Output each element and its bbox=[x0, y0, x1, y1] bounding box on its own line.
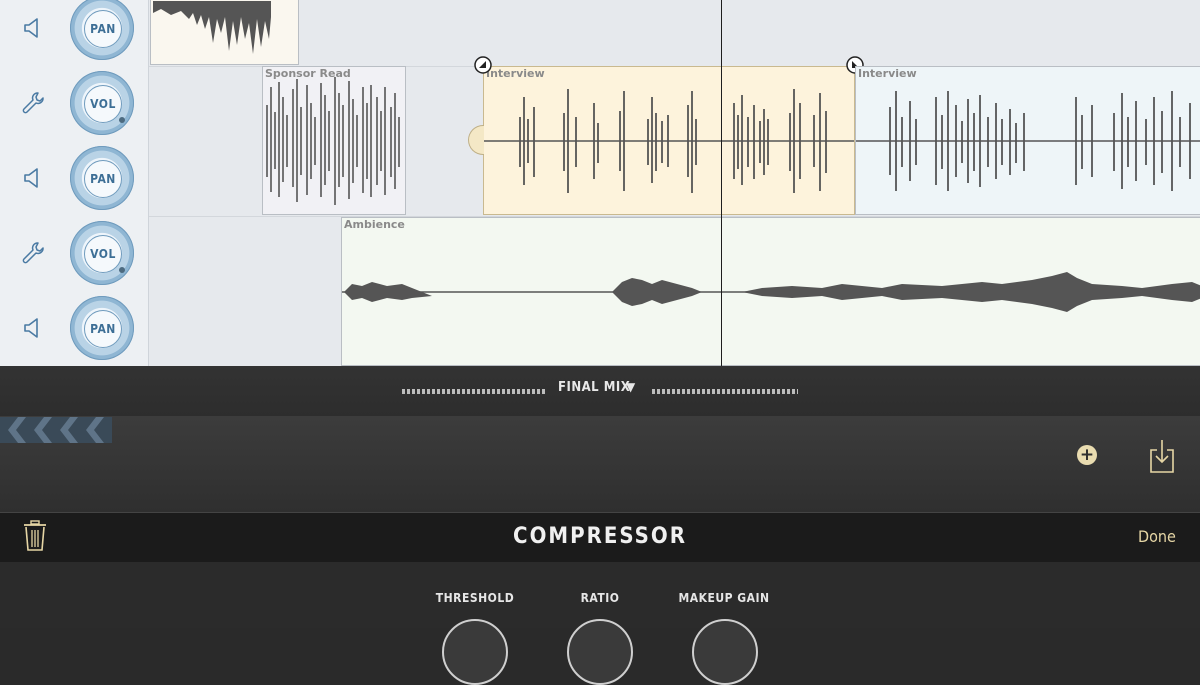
threshold-knob[interactable] bbox=[442, 619, 508, 685]
waveform bbox=[342, 272, 1200, 312]
clip-ambience[interactable]: Ambience bbox=[341, 217, 1200, 366]
waveform bbox=[266, 77, 400, 205]
ratio-label: RATIO bbox=[580, 591, 620, 605]
pan-knob[interactable]: PAN bbox=[70, 296, 134, 360]
audio-clip[interactable] bbox=[150, 0, 299, 65]
wrench-icon[interactable] bbox=[19, 89, 47, 117]
add-effect-button[interactable]: + bbox=[1077, 445, 1097, 465]
pan-knob-label: PAN bbox=[84, 160, 122, 198]
threshold-label: THRESHOLD bbox=[435, 591, 515, 605]
fade-in-handle-icon[interactable] bbox=[474, 56, 492, 74]
export-icon[interactable] bbox=[1148, 438, 1176, 474]
wrench-icon[interactable] bbox=[19, 239, 47, 267]
makeup-gain-knob[interactable] bbox=[692, 619, 758, 685]
speaker-icon[interactable] bbox=[19, 164, 47, 192]
knob-indicator bbox=[119, 117, 125, 123]
volume-knob[interactable]: VOL bbox=[70, 71, 134, 135]
clip-interview-selected[interactable]: Interview bbox=[483, 66, 855, 215]
clip-sponsor-read[interactable]: Sponsor Read bbox=[262, 66, 406, 215]
done-button[interactable]: Done bbox=[1138, 527, 1176, 546]
effects-rack bbox=[0, 416, 1200, 512]
speaker-icon[interactable] bbox=[19, 14, 47, 42]
track-area: PAN VOL PAN VOL PAN Sponsor Read Intervi… bbox=[0, 0, 1200, 366]
clip-interview[interactable]: Interview bbox=[855, 66, 1200, 215]
volume-knob[interactable]: VOL bbox=[70, 221, 134, 285]
waveform bbox=[856, 91, 1200, 191]
waveform bbox=[484, 89, 854, 193]
ratio-knob[interactable] bbox=[567, 619, 633, 685]
pan-knob-label: PAN bbox=[84, 310, 122, 348]
final-mix-label[interactable]: FINAL MIX bbox=[558, 380, 630, 395]
chevrons-left-icon[interactable] bbox=[0, 417, 112, 443]
pan-knob[interactable]: PAN bbox=[70, 146, 134, 210]
compressor-title: COMPRESSOR bbox=[513, 524, 687, 549]
mix-divider-right bbox=[652, 389, 798, 394]
pan-knob-label: PAN bbox=[84, 10, 122, 48]
volume-knob-label: VOL bbox=[84, 85, 122, 123]
knob-indicator bbox=[119, 267, 125, 273]
speaker-icon[interactable] bbox=[19, 314, 47, 342]
waveform bbox=[153, 1, 271, 54]
chevron-down-icon[interactable]: ▼ bbox=[626, 380, 635, 394]
volume-knob-label: VOL bbox=[84, 235, 122, 273]
mix-divider-left bbox=[402, 389, 546, 394]
playhead[interactable] bbox=[721, 0, 722, 366]
makeup-gain-label: MAKEUP GAIN bbox=[678, 591, 770, 605]
